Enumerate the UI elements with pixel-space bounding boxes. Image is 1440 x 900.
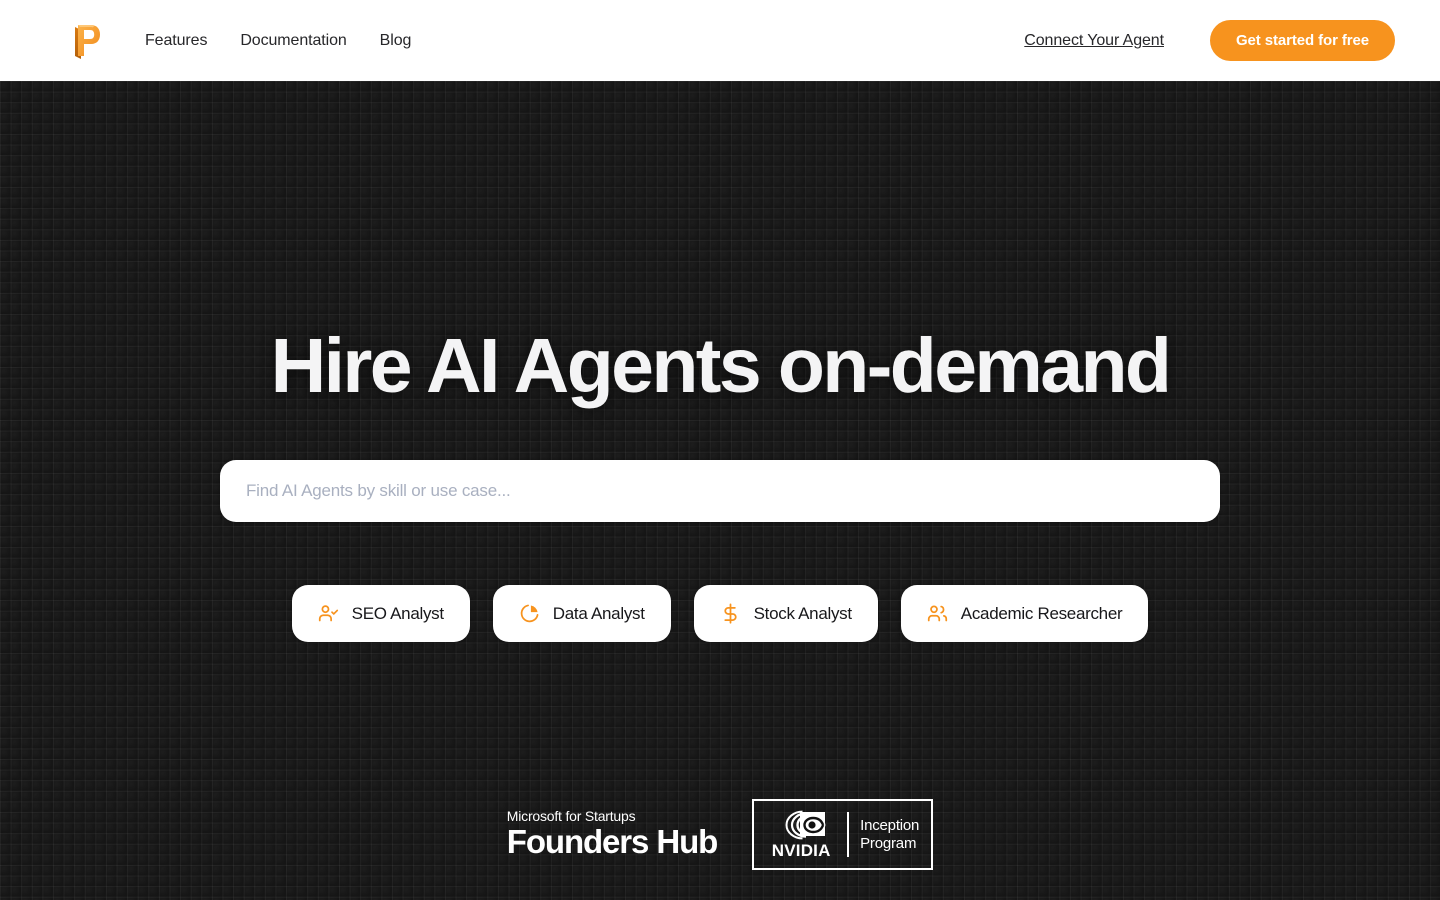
search-bar (220, 460, 1220, 522)
chip-academic-researcher[interactable]: Academic Researcher (900, 585, 1149, 642)
user-check-icon (318, 603, 339, 624)
hero-content: Hire AI Agents on-demand SEO Analyst (0, 81, 1440, 900)
chip-data-analyst[interactable]: Data Analyst (492, 585, 671, 642)
nav-link-documentation[interactable]: Documentation (240, 32, 346, 49)
chip-seo-analyst[interactable]: SEO Analyst (291, 585, 470, 642)
page-title: Hire AI Agents on-demand (270, 323, 1172, 409)
users-icon (927, 603, 948, 624)
search-input[interactable] (220, 460, 1220, 522)
program-line: Program (860, 834, 917, 852)
chip-label: Academic Researcher (960, 603, 1123, 623)
nvidia-wordmark: NVIDIA (771, 841, 831, 860)
chip-stock-analyst[interactable]: Stock Analyst (693, 585, 878, 642)
dollar-sign-icon (720, 603, 741, 624)
chip-label: Stock Analyst (753, 603, 852, 623)
nvidia-inception-program-badge: NVIDIA Inception Program (752, 799, 934, 870)
chip-label: Data Analyst (552, 603, 645, 623)
nav-links: Features Documentation Blog (145, 32, 412, 49)
connect-your-agent-link[interactable]: Connect Your Agent (1024, 32, 1164, 50)
nav-link-features[interactable]: Features (145, 32, 207, 49)
nvidia-program-text: Inception Program (860, 817, 919, 852)
suggested-agent-chips: SEO Analyst Data Analyst Stock Analyst A… (0, 585, 1440, 642)
landing-page: Features Documentation Blog Connect Your… (0, 0, 1440, 900)
microsoft-for-startups-text: Microsoft for Startups (506, 807, 636, 824)
top-navigation-bar: Features Documentation Blog Connect Your… (0, 0, 1440, 81)
chip-label: SEO Analyst (351, 603, 444, 623)
inception-line: Inception (860, 816, 920, 834)
hero-section: Hire AI Agents on-demand SEO Analyst (0, 81, 1440, 900)
letter-p-logo-icon[interactable] (72, 23, 102, 59)
nav-left-group: Features Documentation Blog (72, 23, 411, 59)
nvidia-logo-group: NVIDIA (766, 810, 836, 859)
get-started-button[interactable]: Get started for free (1209, 20, 1395, 61)
microsoft-founders-hub-logo: Microsoft for Startups Founders Hub (506, 807, 719, 861)
nav-right-group: Connect Your Agent Get started for free (1024, 20, 1395, 61)
pie-chart-icon (519, 603, 540, 624)
founders-hub-text: Founders Hub (506, 823, 719, 861)
partner-logos: Microsoft for Startups Founders Hub NVID… (0, 799, 1440, 870)
nvidia-badge-divider (847, 812, 850, 857)
nvidia-eye-icon (775, 810, 827, 840)
nav-link-blog[interactable]: Blog (380, 32, 412, 49)
